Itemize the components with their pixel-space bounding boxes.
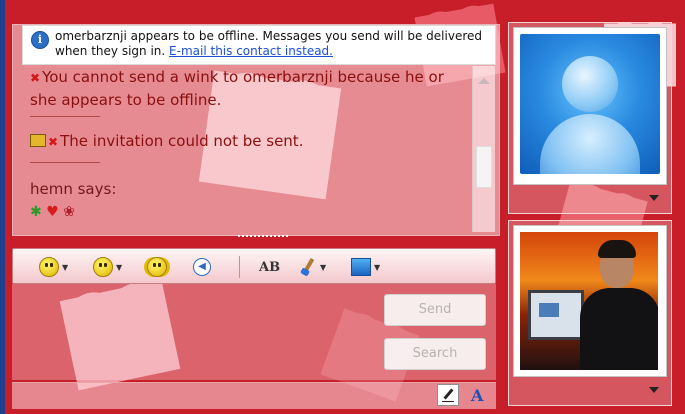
backgrounds-button[interactable]: ▼ bbox=[351, 257, 380, 277]
chevron-down-icon: ▼ bbox=[116, 262, 123, 272]
contact-display-picture-panel bbox=[508, 22, 672, 214]
window-border bbox=[0, 0, 5, 414]
emoticon-button[interactable]: ▼ bbox=[39, 257, 68, 277]
info-icon: i bbox=[31, 31, 49, 49]
invitation-error-text: The invitation could not be sent. bbox=[60, 132, 304, 150]
wink-error-message: ✖ You cannot send a wink to omerbarznji b… bbox=[30, 66, 470, 111]
dancing-figure-icon: ✱ bbox=[30, 204, 42, 220]
rose-icon: ❀ bbox=[63, 204, 75, 220]
brush-icon bbox=[299, 258, 317, 276]
message-separator bbox=[30, 162, 100, 163]
chevron-down-icon: ▼ bbox=[62, 262, 69, 272]
chevron-down-icon: ▼ bbox=[374, 262, 381, 272]
chevron-down-icon: ▼ bbox=[320, 262, 327, 272]
handwriting-icon[interactable] bbox=[437, 384, 459, 406]
search-button[interactable]: Search bbox=[384, 338, 486, 370]
wink-error-text: You cannot send a wink to omerbarznji be… bbox=[30, 68, 444, 109]
backgrounds-icon bbox=[351, 258, 371, 276]
font-button[interactable]: AB bbox=[259, 257, 280, 277]
envelope-x-icon bbox=[30, 134, 46, 147]
x-icon: ✖ bbox=[48, 135, 59, 149]
contact-display-picture[interactable] bbox=[513, 27, 667, 185]
wink-button[interactable]: ▼ bbox=[93, 257, 122, 277]
send-button[interactable]: Send bbox=[384, 294, 486, 326]
x-icon: ✖ bbox=[30, 71, 41, 85]
sender-line: hemn says: bbox=[30, 180, 117, 198]
nudge-button[interactable] bbox=[147, 257, 167, 277]
message-separator bbox=[30, 116, 100, 117]
monitor-icon bbox=[528, 290, 584, 340]
history-scrollbar[interactable] bbox=[472, 66, 495, 232]
wink-icon bbox=[93, 257, 113, 277]
smiley-icon bbox=[39, 257, 59, 277]
background-color-button[interactable]: ▼ bbox=[299, 257, 326, 277]
user-display-picture-panel bbox=[508, 220, 672, 406]
chevron-down-icon[interactable] bbox=[649, 195, 659, 201]
text-mode-button[interactable]: A bbox=[471, 386, 483, 405]
user-photo bbox=[520, 232, 658, 370]
sender-emoticons: ✱ ♥ ❀ bbox=[30, 204, 75, 220]
speaker-icon: ◀ bbox=[193, 258, 211, 276]
font-icon: AB bbox=[259, 259, 281, 275]
chevron-down-icon[interactable] bbox=[649, 387, 659, 393]
heart-icon: ♥ bbox=[46, 204, 59, 220]
formatting-toolbar: ▼ ▼ ◀ AB ▼ ▼ bbox=[12, 248, 496, 284]
buddy-icon bbox=[520, 34, 660, 174]
resize-grip[interactable] bbox=[238, 235, 288, 241]
toolbar-separator bbox=[239, 256, 240, 278]
voice-clip-button[interactable]: ◀ bbox=[193, 257, 211, 277]
input-mode-bar bbox=[12, 382, 496, 409]
user-display-picture[interactable] bbox=[513, 225, 667, 377]
scroll-thumb[interactable] bbox=[476, 146, 492, 188]
nudge-icon bbox=[147, 257, 167, 277]
email-contact-link[interactable]: E-mail this contact instead. bbox=[169, 44, 333, 58]
invitation-error-message: ✖ The invitation could not be sent. bbox=[30, 132, 303, 150]
scroll-up-arrow[interactable] bbox=[478, 78, 490, 84]
offline-info-bar: i omerbarznji appears to be offline. Mes… bbox=[22, 25, 496, 65]
